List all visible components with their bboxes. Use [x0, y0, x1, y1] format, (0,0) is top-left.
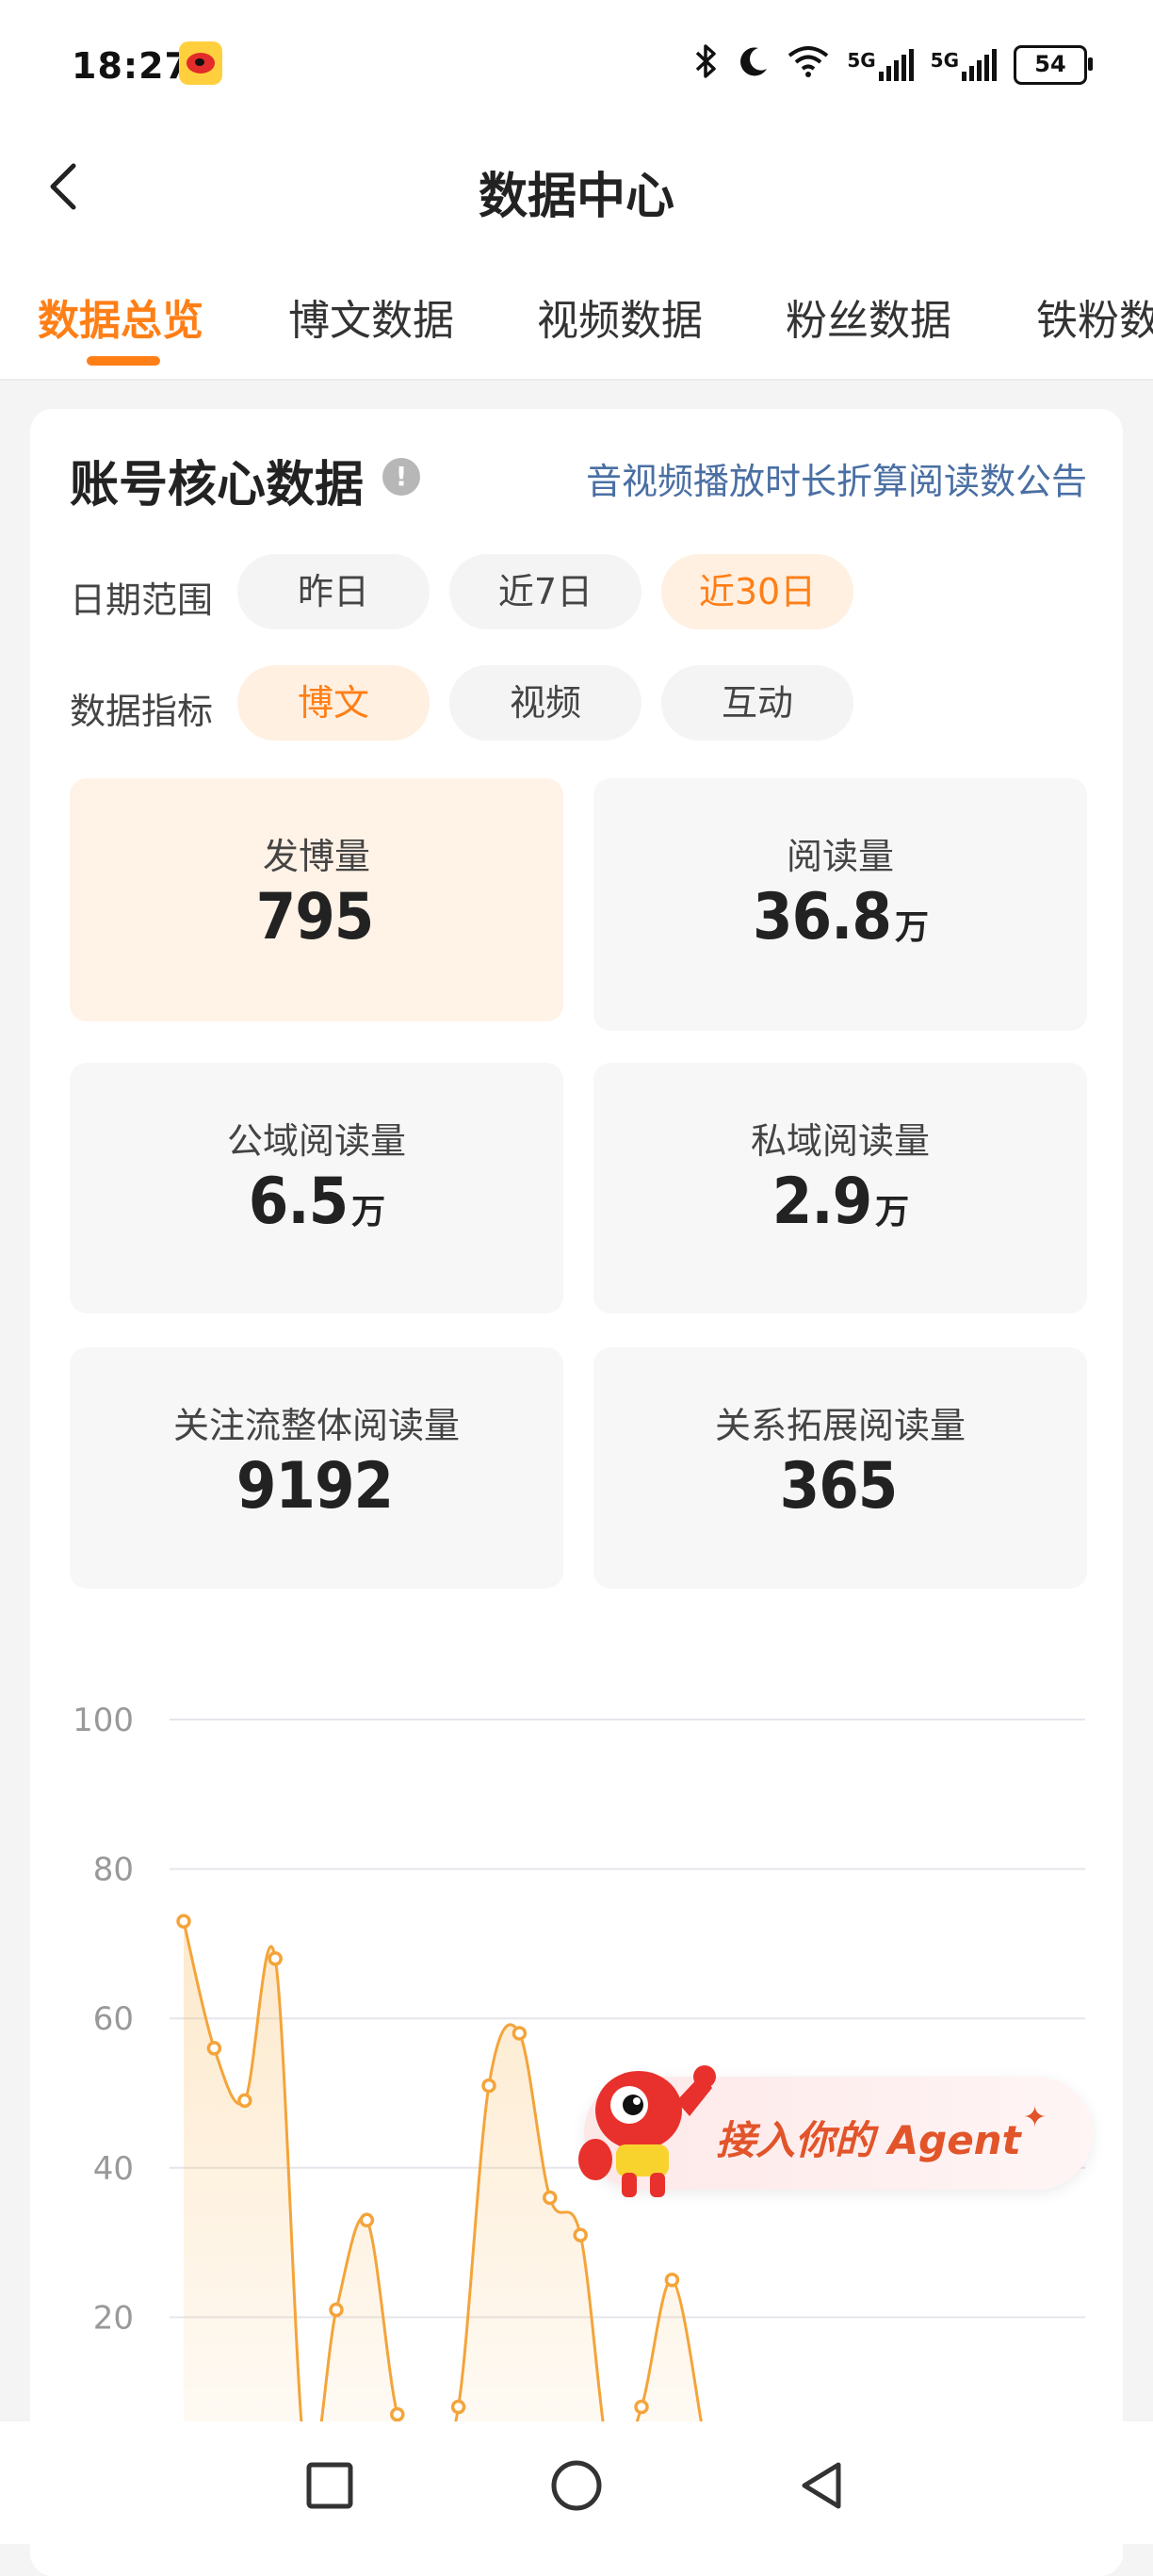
bluetooth-icon: [694, 43, 719, 87]
metric-card-reads[interactable]: 阅读量 36.8 万: [593, 778, 1087, 1031]
metric-value: 6.5 万: [248, 1165, 385, 1239]
mascot-icon[interactable]: [571, 2054, 722, 2205]
metric-value: 365: [779, 1449, 899, 1524]
metric-label: 阅读量: [786, 836, 894, 877]
wifi-icon: [787, 44, 830, 86]
moon-icon: [736, 44, 770, 86]
date-option-yesterday[interactable]: 昨日: [237, 554, 430, 629]
metric-option-video[interactable]: 视频: [449, 665, 641, 741]
date-option-7d[interactable]: 近7日: [449, 554, 641, 629]
metric-label: 关系拓展阅读量: [714, 1405, 966, 1446]
cellular-signal-icon-2: 5G: [931, 49, 997, 81]
metric-card-follow-feed-reads[interactable]: 关注流整体阅读量 9192: [70, 1347, 563, 1589]
system-nav-bar: [0, 2421, 1153, 2544]
tab-posts[interactable]: 博文数据: [288, 286, 454, 347]
system-icons: 5G 5G 54: [694, 43, 1093, 87]
metric-label: 关注流整体阅读量: [172, 1405, 460, 1446]
metric-option-posts[interactable]: 博文: [237, 665, 430, 741]
triangle-back-icon[interactable]: [795, 2459, 848, 2512]
metric-card-relation-reads[interactable]: 关系拓展阅读量 365: [593, 1347, 1087, 1589]
card-title: 账号核心数据: [70, 457, 365, 514]
tab-iron-fans[interactable]: 铁粉数: [1036, 286, 1153, 347]
metric-value: 9192: [235, 1449, 394, 1524]
metric-value: 795: [255, 880, 375, 954]
cellular-signal-icon-1: 5G: [847, 49, 914, 81]
agent-banner-text: 接入你的 Agent: [716, 2117, 1021, 2163]
notice-link[interactable]: 音视频播放时长折算阅读数公告: [586, 452, 1087, 504]
metric-label: 发博量: [262, 836, 370, 877]
tab-video[interactable]: 视频数据: [537, 286, 703, 347]
date-range-label: 日期范围: [70, 579, 214, 621]
weibo-notification-icon: [179, 41, 222, 85]
metric-option-interaction[interactable]: 互动: [661, 665, 853, 741]
circle-home-icon[interactable]: [550, 2459, 603, 2512]
metric-card-public-reads[interactable]: 公域阅读量 6.5 万: [70, 1063, 563, 1313]
metric-label: 公域阅读量: [226, 1120, 406, 1162]
info-icon[interactable]: !: [382, 458, 420, 496]
app-header: 数据中心: [0, 132, 1153, 245]
metric-value: 2.9 万: [771, 1165, 909, 1239]
status-bar: 18:27 5G 5G 54: [0, 0, 1153, 132]
square-recents-icon[interactable]: [303, 2459, 356, 2512]
page-title: 数据中心: [478, 169, 674, 225]
status-time: 18:27: [72, 45, 190, 87]
metric-card-posts[interactable]: 发博量 795: [70, 778, 563, 1021]
tab-overview[interactable]: 数据总览: [38, 286, 203, 347]
tab-active-indicator: [87, 356, 160, 366]
core-data-card: 账号核心数据 ! 音视频播放时长折算阅读数公告 日期范围 昨日 近7日 近30日…: [30, 409, 1123, 2576]
tab-bar: 数据总览 博文数据 视频数据 粉丝数据 铁粉数: [0, 245, 1153, 381]
tab-fans[interactable]: 粉丝数据: [786, 286, 951, 347]
battery-icon: 54: [1014, 45, 1093, 85]
metric-card-private-reads[interactable]: 私域阅读量 2.9 万: [593, 1063, 1087, 1313]
sparkle-icon: ✦: [1023, 2101, 1047, 2134]
metric-label: 私域阅读量: [750, 1120, 930, 1162]
metric-value: 36.8 万: [753, 880, 929, 954]
date-option-30d[interactable]: 近30日: [661, 554, 853, 629]
metric-type-label: 数据指标: [70, 691, 214, 732]
